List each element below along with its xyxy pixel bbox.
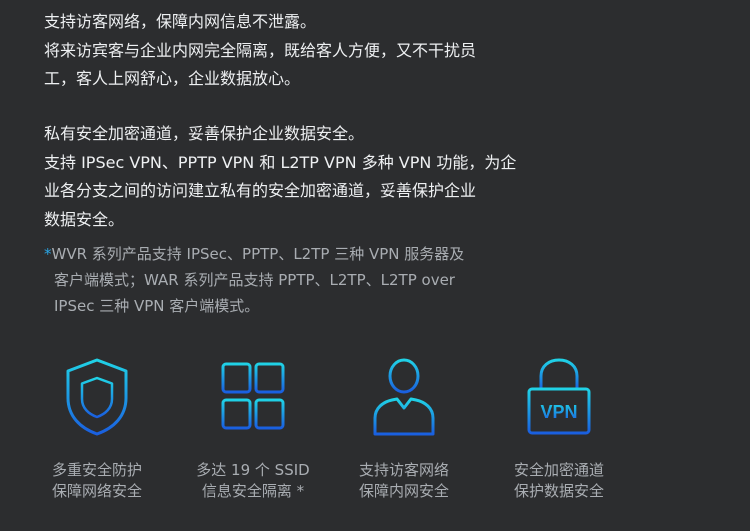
feature-caption: 多重安全防护 保障网络安全	[22, 460, 172, 502]
vpn-lock-icon: VPN	[527, 358, 591, 435]
feature-caption: 安全加密通道 保护数据安全	[484, 460, 634, 502]
footnote-line: *WVR 系列产品支持 IPSec、PPTP、L2TP 三种 VPN 服务器及	[44, 241, 464, 267]
feature-vpn: VPN 安全加密通道 保护数据安全	[484, 356, 634, 502]
footnote-line: 客户端模式；WAR 系列产品支持 PPTP、L2TP、L2TP over	[54, 271, 455, 289]
feature-caption: 多达 19 个 SSID 信息安全隔离 *	[178, 460, 328, 502]
feature-caption-line: 保障内网安全	[358, 482, 449, 500]
feature-caption-line: 安全加密通道	[513, 461, 604, 479]
paragraph-line: 将来访宾客与企业内网完全隔离，既给客人方便，又不干扰员	[44, 40, 477, 60]
footnote: *WVR 系列产品支持 IPSec、PPTP、L2TP 三种 VPN 服务器及 …	[44, 241, 464, 319]
guest-network-paragraph: 支持访客网络，保障内网信息不泄露。 将来访宾客与企业内网完全隔离，既给客人方便，…	[44, 8, 476, 94]
footnote-line: IPSec 三种 VPN 客户端模式。	[54, 297, 260, 315]
feature-caption-line: 支持访客网络	[358, 461, 449, 479]
vpn-paragraph: 私有安全加密通道，妥善保护企业数据安全。 支持 IPSec VPN、PPTP V…	[44, 120, 516, 234]
paragraph-line: 业各分支之间的访问建立私有的安全加密通道，妥善保护企业	[44, 181, 477, 200]
feature-caption-line: 保障网络安全	[51, 482, 142, 500]
feature-ssid: 多达 19 个 SSID 信息安全隔离 *	[178, 356, 328, 502]
paragraph-line: 私有安全加密通道，妥善保护企业数据安全。	[44, 124, 365, 143]
feature-guest-network: 支持访客网络 保障内网安全	[329, 356, 479, 502]
paragraph-line: 支持 IPSec VPN、PPTP VPN 和 L2TP VPN 多种 VPN …	[44, 152, 517, 172]
feature-caption-line: 多重安全防护	[51, 461, 142, 479]
shield-icon	[66, 358, 128, 436]
feature-security: 多重安全防护 保障网络安全	[22, 356, 172, 502]
feature-caption-line: 信息安全隔离 *	[201, 482, 305, 500]
feature-caption-line: 保护数据安全	[513, 482, 604, 500]
footnote-marker: *	[44, 245, 52, 263]
paragraph-line: 支持访客网络，保障内网信息不泄露。	[44, 12, 317, 31]
feature-caption: 支持访客网络 保障内网安全	[329, 460, 479, 502]
footnote-text: WVR 系列产品支持 IPSec、PPTP、L2TP 三种 VPN 服务器及	[51, 245, 465, 263]
paragraph-line: 工，客人上网舒心，企业数据放心。	[44, 69, 301, 88]
feature-caption-line: 多达 19 个 SSID	[196, 461, 310, 479]
user-icon	[373, 358, 435, 436]
grid-icon	[221, 362, 285, 430]
vpn-badge-text: VPN	[540, 402, 577, 422]
paragraph-line: 数据安全。	[44, 209, 125, 229]
